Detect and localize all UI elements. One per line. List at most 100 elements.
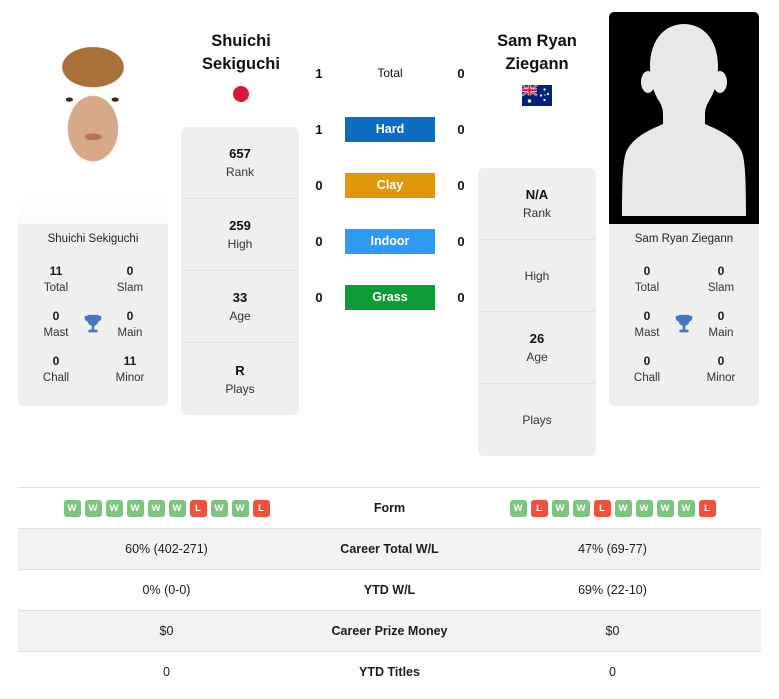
left-titles-slam-label: Slam	[116, 282, 144, 294]
form-left-cell: WWWWWWLWWL	[18, 487, 315, 529]
trophy-icon	[84, 314, 102, 332]
form-badge-win: W	[572, 499, 590, 517]
h2h-total-left: 1	[315, 65, 323, 81]
form-badge-loss: L	[252, 499, 270, 517]
right-player-photo-caption: Sam Ryan Ziegann	[609, 224, 759, 253]
h2h-grass-left: 0	[315, 289, 323, 305]
form-badge-win: W	[677, 499, 695, 517]
table-row-ytd-wl: 0% (0-0) YTD W/L 69% (22-10)	[18, 569, 761, 611]
left-titles-chall-value: 0	[52, 354, 60, 368]
left-stat-plays-label: Plays	[225, 381, 255, 396]
table-row-career-prize-money: $0 Career Prize Money $0	[18, 610, 761, 652]
right-titles-row-2: 0 Mast 0 Main	[609, 302, 759, 347]
left-titles-mast-label: Mast	[43, 327, 69, 339]
form-badge-win: W	[210, 499, 228, 517]
left-titles-chall-label: Chall	[42, 372, 70, 384]
ytd-wl-left: 0% (0-0)	[18, 569, 315, 611]
left-form-badges: WWWWWWLWWL	[18, 499, 315, 517]
left-stat-plays: R Plays	[181, 343, 299, 415]
left-titles-row-3: 0 Chall 11 Minor	[18, 347, 168, 392]
left-player-name-line2: Sekiguchi	[202, 55, 280, 73]
career-total-wl-label: Career Total W/L	[315, 528, 464, 570]
h2h-hard-right: 0	[457, 121, 465, 137]
left-titles-main: 0 Main	[106, 308, 154, 341]
h2h-indoor-right: 0	[457, 233, 465, 249]
form-badge-win: W	[231, 499, 249, 517]
right-titles-chall-label: Chall	[633, 372, 661, 384]
left-titles-chall: 0 Chall	[32, 353, 80, 386]
left-stat-rank-value: 657	[229, 146, 251, 161]
right-titles-row-1: 0 Total 0 Slam	[609, 257, 759, 302]
left-titles-minor-label: Minor	[115, 372, 145, 384]
right-titles-slam-label: Slam	[707, 282, 735, 294]
h2h-row-hard: 1 Hard 0	[310, 114, 470, 144]
right-titles-minor-value: 0	[717, 354, 725, 368]
comparison-header: Shuichi Sekiguchi 11 Total 0 Slam 0 Mast…	[0, 0, 779, 472]
comparison-stats-table: WWWWWWLWWL Form WLWWLWWWWL 60% (402-271)…	[18, 487, 761, 693]
right-titles-slam-value: 0	[717, 264, 725, 278]
h2h-clay-label[interactable]: Clay	[345, 172, 435, 198]
trophy-icon	[675, 314, 693, 332]
form-right-cell: WLWWLWWWWL	[464, 487, 761, 529]
table-row-career-total-wl: 60% (402-271) Career Total W/L 47% (69-7…	[18, 528, 761, 570]
right-titles-row-3: 0 Chall 0 Minor	[609, 347, 759, 392]
h2h-row-indoor: 0 Indoor 0	[310, 226, 470, 256]
h2h-grass-label[interactable]: Grass	[345, 284, 435, 310]
h2h-hard-left: 1	[315, 121, 323, 137]
left-stat-age-label: Age	[229, 309, 251, 323]
right-stat-plays-label: Plays	[522, 413, 552, 427]
ytd-titles-left: 0	[18, 651, 315, 693]
left-stat-high-label: High	[227, 237, 253, 251]
right-player-name-line1: Sam Ryan	[497, 32, 577, 50]
right-stat-age-label: Age	[526, 350, 548, 364]
left-titles-minor-value: 11	[123, 354, 137, 368]
australia-flag-icon	[522, 85, 552, 106]
table-row-ytd-titles: 0 YTD Titles 0	[18, 651, 761, 693]
right-titles-main-label: Main	[708, 327, 734, 339]
person-silhouette-icon	[622, 24, 746, 216]
left-player-name-line1: Shuichi	[211, 32, 271, 50]
form-row-label: Form	[315, 487, 464, 529]
h2h-total-right: 0	[457, 65, 465, 81]
right-stat-high-label: High	[524, 268, 550, 283]
right-titles-mast: 0 Mast	[623, 308, 671, 341]
form-badge-win: W	[105, 499, 123, 517]
right-stat-rank: N/A Rank	[478, 168, 596, 240]
right-titles-main-value: 0	[717, 309, 725, 323]
left-titles-minor: 11 Minor	[106, 353, 154, 386]
left-titles-slam-value: 0	[126, 264, 134, 278]
left-stat-rank: 657 Rank	[181, 127, 299, 199]
right-titles-total: 0 Total	[623, 263, 671, 296]
right-form-badges: WLWWLWWWWL	[464, 499, 761, 517]
player-comparison-page: Shuichi Sekiguchi 11 Total 0 Slam 0 Mast…	[0, 0, 779, 699]
form-badge-loss: L	[698, 499, 716, 517]
right-titles-minor-label: Minor	[706, 372, 736, 384]
japan-flag-icon	[233, 86, 249, 102]
table-row-form: WWWWWWLWWL Form WLWWLWWWWL	[18, 487, 761, 529]
form-badge-win: W	[168, 499, 186, 517]
h2h-grass-right: 0	[457, 289, 465, 305]
form-badge-win: W	[656, 499, 674, 517]
h2h-total-label: Total	[377, 65, 403, 80]
left-player-photo	[18, 12, 168, 224]
h2h-hard-label[interactable]: Hard	[345, 116, 435, 142]
right-player-photo	[609, 12, 759, 224]
right-player-stats-stack: N/A Rank High 26 Age Plays	[478, 168, 596, 456]
h2h-row-clay: 0 Clay 0	[310, 170, 470, 200]
form-badge-win: W	[509, 499, 527, 517]
left-titles-main-value: 0	[126, 309, 134, 323]
career-prize-money-right: $0	[464, 610, 761, 652]
form-badge-win: W	[63, 499, 81, 517]
h2h-clay-right: 0	[457, 177, 465, 193]
right-player-titles-card: 0 Total 0 Slam 0 Mast 0 Main 0 Chall 0 M…	[609, 253, 759, 406]
h2h-indoor-label[interactable]: Indoor	[345, 228, 435, 254]
right-titles-mast-label: Mast	[634, 327, 660, 339]
h2h-indoor-left: 0	[315, 233, 323, 249]
right-titles-mast-value: 0	[643, 309, 651, 323]
form-badge-win: W	[614, 499, 632, 517]
right-player-name-line2: Ziegann	[505, 55, 569, 73]
left-stat-high-value: 259	[229, 218, 251, 233]
career-prize-money-label: Career Prize Money	[315, 610, 464, 652]
career-total-wl-right: 47% (69-77)	[464, 528, 761, 570]
right-player-column: Sam Ryan Ziegann 0 Total 0 Slam 0 Mast 0…	[609, 12, 759, 406]
